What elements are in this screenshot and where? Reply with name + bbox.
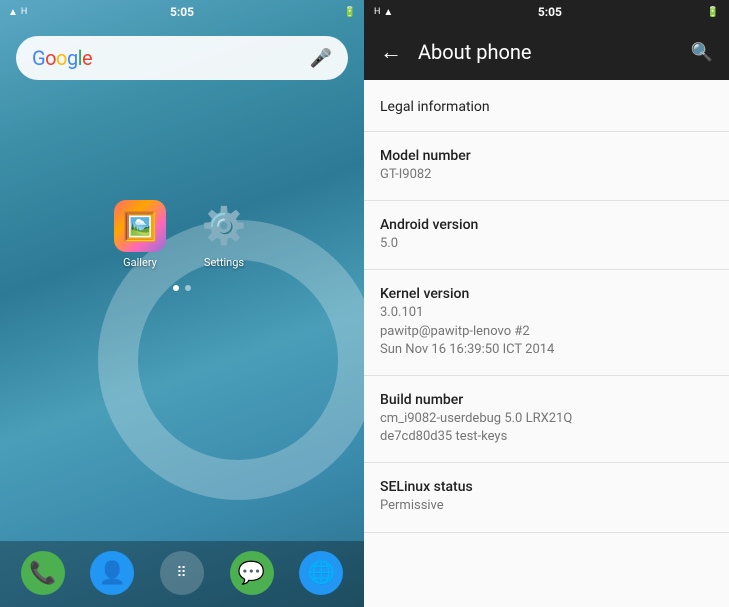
legal-info-title: Legal information — [380, 99, 490, 115]
messaging-dock-icon[interactable]: 💬 — [230, 551, 274, 595]
h-icon: H — [21, 7, 27, 17]
kernel-version-value: 3.0.101 pawitp@pawitp-lenovo #2 Sun Nov … — [380, 304, 713, 359]
google-search-bar[interactable]: Google 🎤 — [16, 36, 348, 80]
contacts-dock-icon[interactable]: 👤 — [90, 551, 134, 595]
android-version-title: Android version — [380, 217, 713, 233]
android-version-value: 5.0 — [380, 235, 713, 253]
app-row: 🖼️ Gallery ⚙️ Settings — [114, 200, 250, 269]
back-button[interactable]: ← — [372, 31, 410, 73]
model-number-value: GT-I9082 — [380, 166, 713, 184]
browser-dock-icon[interactable]: 🌐 — [299, 551, 343, 595]
top-bar: ← About phone 🔍 — [364, 24, 729, 80]
gallery-icon: 🖼️ — [114, 200, 166, 252]
time-left: 5:05 — [170, 5, 194, 19]
settings-label: Settings — [204, 256, 244, 269]
settings-list: Legal information Model number GT-I9082 … — [364, 80, 729, 607]
settings-gear-icon: ⚙️ — [200, 202, 248, 250]
wifi-icon-right: ▲ — [383, 7, 393, 18]
time-right: 5:05 — [538, 5, 562, 19]
phone-dock-icon[interactable]: 📞 — [21, 551, 65, 595]
selinux-status-item: SELinux status Permissive — [364, 463, 729, 532]
kernel-version-item: Kernel version 3.0.101 pawitp@pawitp-len… — [364, 270, 729, 376]
apps-dock-icon[interactable]: ⠿ — [160, 551, 204, 595]
build-number-value: cm_i9082-userdebug 5.0 LRX21Q de7cd80d35… — [380, 410, 713, 446]
build-number-title: Build number — [380, 392, 713, 408]
kernel-version-title: Kernel version — [380, 286, 713, 302]
page-title: About phone — [418, 40, 675, 64]
settings-app[interactable]: ⚙️ Settings — [198, 200, 250, 269]
search-button[interactable]: 🔍 — [683, 34, 721, 71]
gallery-label: Gallery — [123, 256, 157, 269]
page-dots — [173, 285, 191, 291]
gallery-app[interactable]: 🖼️ Gallery — [114, 200, 166, 269]
selinux-status-value: Permissive — [380, 497, 713, 515]
settings-icon-wrapper: ⚙️ — [198, 200, 250, 252]
dot-2 — [185, 285, 191, 291]
bottom-dock: 📞 👤 ⠿ 💬 🌐 — [0, 541, 364, 607]
mic-icon[interactable]: 🎤 — [310, 48, 332, 69]
signal-icon-right: H — [374, 7, 380, 17]
app-icons-area: 🖼️ Gallery ⚙️ Settings — [0, 200, 364, 291]
model-number-title: Model number — [380, 148, 713, 164]
about-phone-screen: H ▲ 5:05 🔋 ← About phone 🔍 Legal informa… — [364, 0, 729, 607]
dot-1 — [173, 285, 179, 291]
status-bar-right: H ▲ 5:05 🔋 — [364, 0, 729, 24]
google-logo: Google — [32, 46, 92, 70]
selinux-status-title: SELinux status — [380, 479, 713, 495]
legal-info-item[interactable]: Legal information — [364, 80, 729, 132]
android-version-item: Android version 5.0 — [364, 201, 729, 270]
signal-icon: ▲ — [8, 7, 18, 18]
build-number-item: Build number cm_i9082-userdebug 5.0 LRX2… — [364, 376, 729, 463]
battery-icon-right: 🔋 — [707, 7, 719, 18]
battery-icon-left: 🔋 — [344, 7, 356, 18]
model-number-item: Model number GT-I9082 — [364, 132, 729, 201]
home-screen: ▲ H 5:05 🔋 Google 🎤 🖼️ Gallery ⚙️ — [0, 0, 364, 607]
status-bar-left: ▲ H 5:05 🔋 — [0, 0, 364, 24]
